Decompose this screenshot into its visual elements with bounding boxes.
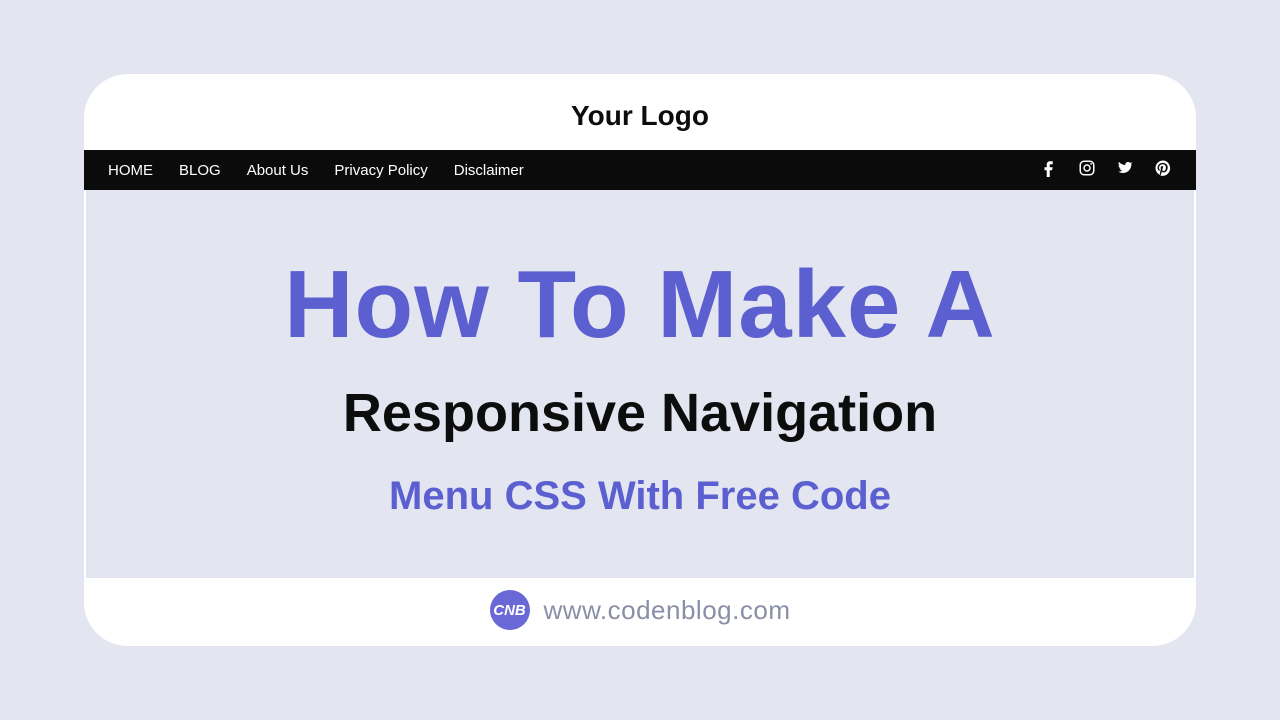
main-nav: HOME BLOG About Us Privacy Policy Discla… xyxy=(84,150,1196,190)
nav-privacy[interactable]: Privacy Policy xyxy=(334,162,427,179)
pinterest-icon[interactable] xyxy=(1154,159,1172,182)
instagram-icon[interactable] xyxy=(1078,159,1096,182)
facebook-icon[interactable] xyxy=(1040,159,1058,182)
heading-line-1: How To Make A xyxy=(284,250,996,360)
nav-home[interactable]: HOME xyxy=(108,162,153,179)
nav-disclaimer[interactable]: Disclaimer xyxy=(454,162,524,179)
logo-text: Your Logo xyxy=(84,74,1196,150)
main-card: Your Logo HOME BLOG About Us Privacy Pol… xyxy=(84,74,1196,646)
footer: CNB www.codenblog.com xyxy=(84,578,1196,646)
nav-about[interactable]: About Us xyxy=(247,162,309,179)
heading-line-3: Menu CSS With Free Code xyxy=(389,474,891,519)
nav-social xyxy=(1040,159,1172,182)
heading-line-2: Responsive Navigation xyxy=(343,382,937,444)
hero-content: How To Make A Responsive Navigation Menu… xyxy=(86,190,1194,578)
site-url: www.codenblog.com xyxy=(544,595,791,626)
brand-badge: CNB xyxy=(490,590,530,630)
twitter-icon[interactable] xyxy=(1116,159,1134,182)
nav-blog[interactable]: BLOG xyxy=(179,162,221,179)
nav-links: HOME BLOG About Us Privacy Policy Discla… xyxy=(108,162,524,179)
